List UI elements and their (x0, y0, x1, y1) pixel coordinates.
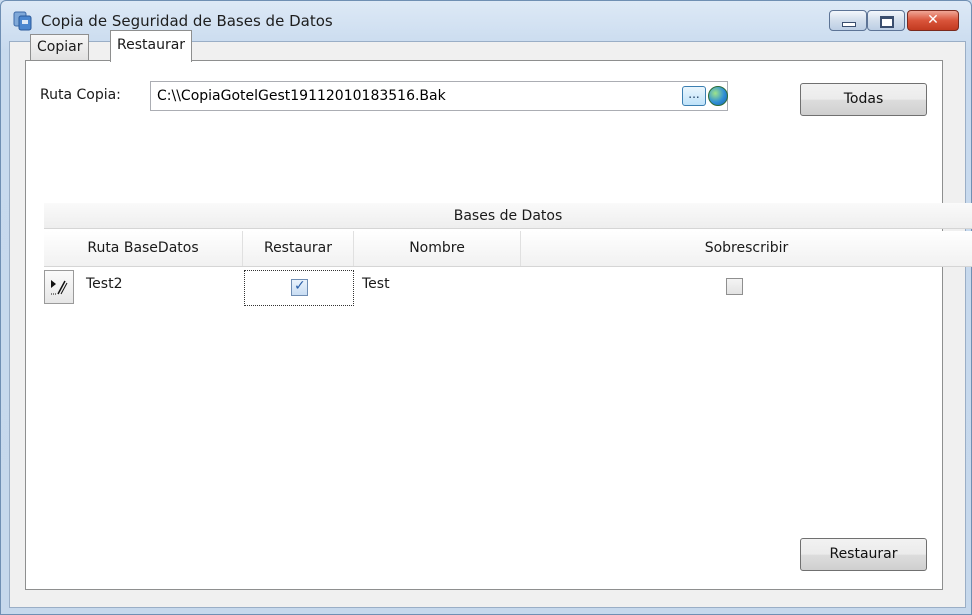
row-selector[interactable] (44, 270, 74, 304)
database-backup-icon (13, 11, 32, 31)
window-title: Copia de Seguridad de Bases de Datos (41, 12, 333, 30)
ruta-copia-label: Ruta Copia: (40, 87, 121, 103)
column-header-restaurar[interactable]: Restaurar (243, 231, 354, 266)
restaurar-checkbox[interactable] (291, 278, 308, 296)
restaurar-button[interactable]: Restaurar (800, 538, 927, 571)
cell-ruta-basedatos[interactable]: Test2 (86, 276, 122, 292)
sobrescribir-checkbox[interactable] (726, 278, 743, 295)
tab-copiar[interactable]: Copiar (30, 34, 90, 60)
close-button[interactable]: ✕ (907, 10, 959, 31)
browse-button[interactable]: ... (682, 86, 706, 106)
edit-pencil-icon (51, 280, 68, 295)
ruta-copia-input[interactable] (150, 81, 728, 111)
column-header-nombre[interactable]: Nombre (354, 231, 521, 266)
grid-caption: Bases de Datos (44, 203, 972, 229)
column-header-ruta-basedatos[interactable]: Ruta BaseDatos (44, 231, 243, 266)
cell-nombre[interactable]: Test (362, 276, 390, 292)
table-row[interactable]: Test2 Test (44, 268, 972, 308)
maximize-button[interactable] (867, 10, 905, 31)
cell-restaurar[interactable] (244, 270, 354, 306)
todas-button[interactable]: Todas (800, 83, 927, 116)
grid-header: Ruta BaseDatos Restaurar Nombre Sobrescr… (44, 231, 972, 267)
column-header-sobrescribir[interactable]: Sobrescribir (521, 231, 972, 266)
globe-icon[interactable] (708, 86, 728, 106)
minimize-button[interactable] (829, 10, 867, 31)
tab-panel-restaurar (25, 60, 943, 590)
close-icon: ✕ (927, 12, 939, 28)
tab-restaurar[interactable]: Restaurar (110, 30, 193, 62)
